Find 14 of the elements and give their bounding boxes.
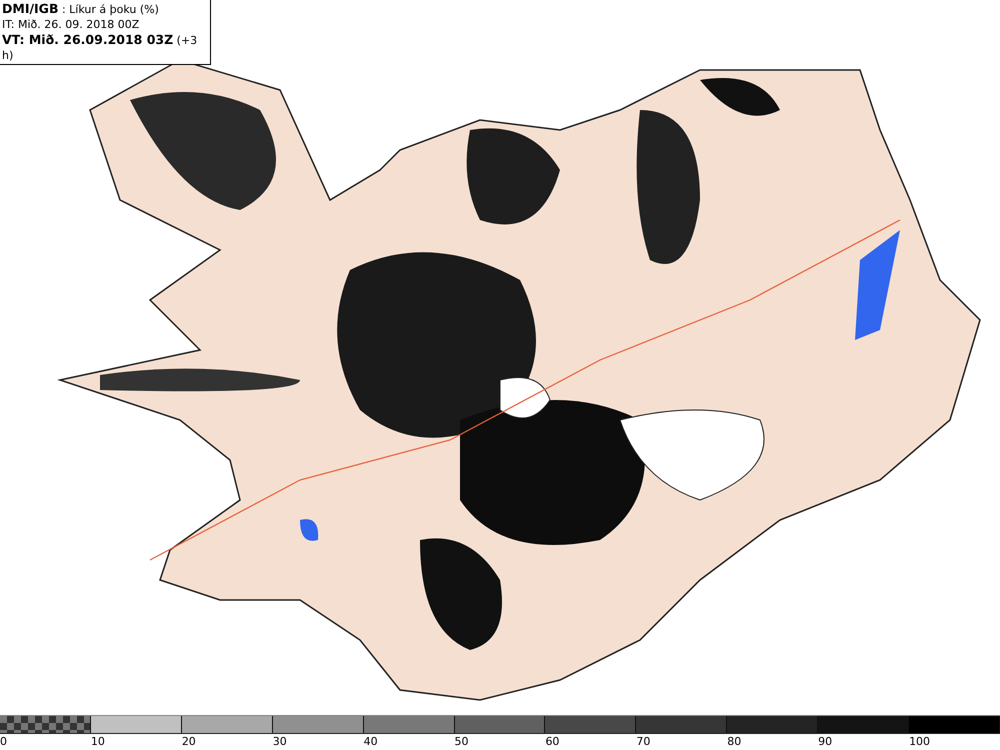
legend-label: 30 xyxy=(272,735,287,748)
legend-label: 40 xyxy=(364,735,378,748)
legend-label: 90 xyxy=(818,735,832,748)
legend-label: 20 xyxy=(182,735,196,748)
valid-time: VT: Mið. 26.09.2018 03Z (+3 h) xyxy=(2,32,198,63)
legend-label: 100 xyxy=(909,735,930,748)
legend-label: 50 xyxy=(454,735,469,748)
legend-label: 70 xyxy=(636,735,650,748)
legend-label: 60 xyxy=(545,735,560,748)
legend-label: 80 xyxy=(727,735,742,748)
map-title: DMI/IGB : Líkur á þoku (%) xyxy=(2,3,159,16)
legend-label: 10 xyxy=(90,735,105,748)
legend-label: 0 xyxy=(0,735,7,748)
issue-time: IT: Mið. 26. 09. 2018 00Z xyxy=(2,17,140,32)
